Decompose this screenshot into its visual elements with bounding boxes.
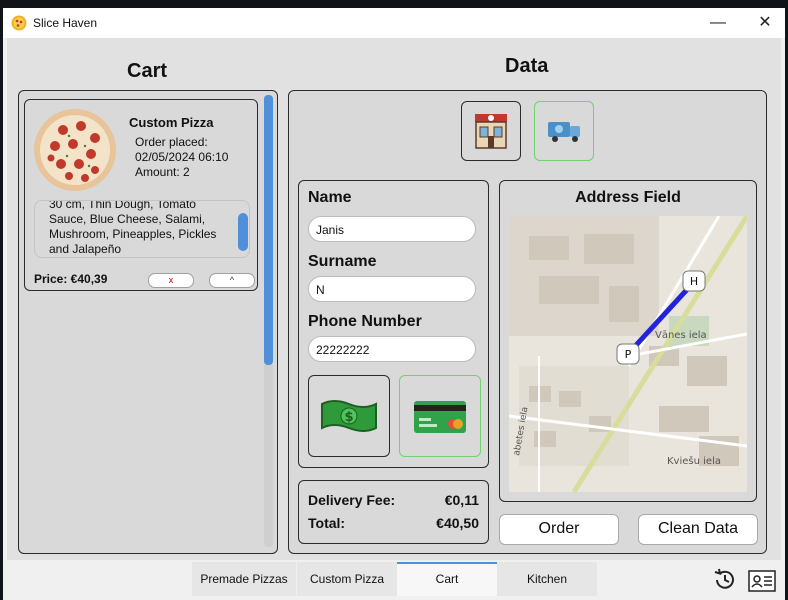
svg-text:$: $ [344,410,353,425]
cart-item: Custom Pizza Order placed: 02/05/2024 06… [24,99,258,291]
address-panel: Address Field Vānes iela Kviešu iela abe… [499,180,757,502]
move-up-button[interactable]: ^ [209,273,255,288]
delivery-fee-value: €0,11 [444,492,479,508]
cart-scrollbar[interactable] [264,95,273,365]
description-scrollbar[interactable] [238,213,248,251]
cash-payment-button[interactable]: $ [308,375,390,457]
data-panel: Name Janis Surname N Phone Number 222222… [288,90,767,554]
pizza-image [34,109,116,191]
window-title: Slice Haven [33,16,98,30]
tab-cart[interactable]: Cart [397,562,497,596]
map-street-vanes: Vānes iela [655,330,707,341]
cart-heading: Cart [127,60,168,82]
pizza-app-icon [11,15,27,31]
name-label: Name [308,189,352,206]
pickup-mode-button[interactable] [461,101,521,161]
order-placed-label: Order placed: [135,135,208,149]
history-icon[interactable] [712,567,738,593]
remove-item-button[interactable]: x [148,273,194,288]
bottom-tab-bar: Premade Pizzas Custom Pizza Cart Kitchen [3,560,785,600]
name-input[interactable]: Janis [308,216,476,242]
title-bar: Slice Haven — ✕ [3,8,785,38]
item-name: Custom Pizza [129,115,214,130]
address-map[interactable]: Vānes iela Kviešu iela abetes iela P H [509,216,747,492]
credit-card-icon [414,401,466,433]
tab-premade-pizzas[interactable]: Premade Pizzas [192,562,296,596]
total-value: €40,50 [436,515,479,531]
customer-form: Name Janis Surname N Phone Number 222222… [298,180,489,468]
store-icon [475,114,507,149]
map-marker-h-label: H [690,275,698,288]
tab-custom-pizza[interactable]: Custom Pizza [297,562,397,596]
data-heading: Data [505,55,549,77]
cash-icon: $ [321,400,377,432]
item-description-box[interactable]: 30 cm, Thin Dough, Tomato Sauce, Blue Ch… [34,200,250,258]
map-canvas: Vānes iela Kviešu iela abetes iela P H [509,216,747,492]
phone-label: Phone Number [308,313,422,330]
main-content: Cart Data Custom Pizza Order placed: 02/… [7,38,781,560]
tab-kitchen[interactable]: Kitchen [497,562,597,596]
total-label: Total: [308,515,346,531]
account-card-icon[interactable] [748,570,776,592]
delivery-truck-icon [548,122,580,142]
surname-label: Surname [308,253,377,270]
phone-input[interactable]: 22222222 [308,336,476,362]
map-marker-p-label: P [625,348,632,361]
item-price: Price: €40,39 [34,272,108,286]
clean-data-button[interactable]: Clean Data [638,514,758,545]
order-time: 02/05/2024 06:10 [135,150,229,164]
fees-panel: Delivery Fee: €0,11 Total: €40,50 [298,480,489,544]
delivery-mode-button[interactable] [534,101,594,161]
address-label: Address Field [575,189,681,206]
delivery-fee-label: Delivery Fee: [308,492,396,508]
item-description: 30 cm, Thin Dough, Tomato Sauce, Blue Ch… [49,200,217,256]
app-window: Slice Haven — ✕ Cart Data Custom Pizza O… [3,8,785,600]
close-button[interactable]: ✕ [754,12,776,34]
card-payment-button[interactable] [399,375,481,457]
map-street-kviesu: Kviešu iela [667,455,721,467]
cart-panel: Custom Pizza Order placed: 02/05/2024 06… [18,90,278,554]
item-amount: Amount: 2 [135,165,190,179]
order-button[interactable]: Order [499,514,619,545]
surname-input[interactable]: N [308,276,476,302]
minimize-button[interactable]: — [707,12,729,34]
